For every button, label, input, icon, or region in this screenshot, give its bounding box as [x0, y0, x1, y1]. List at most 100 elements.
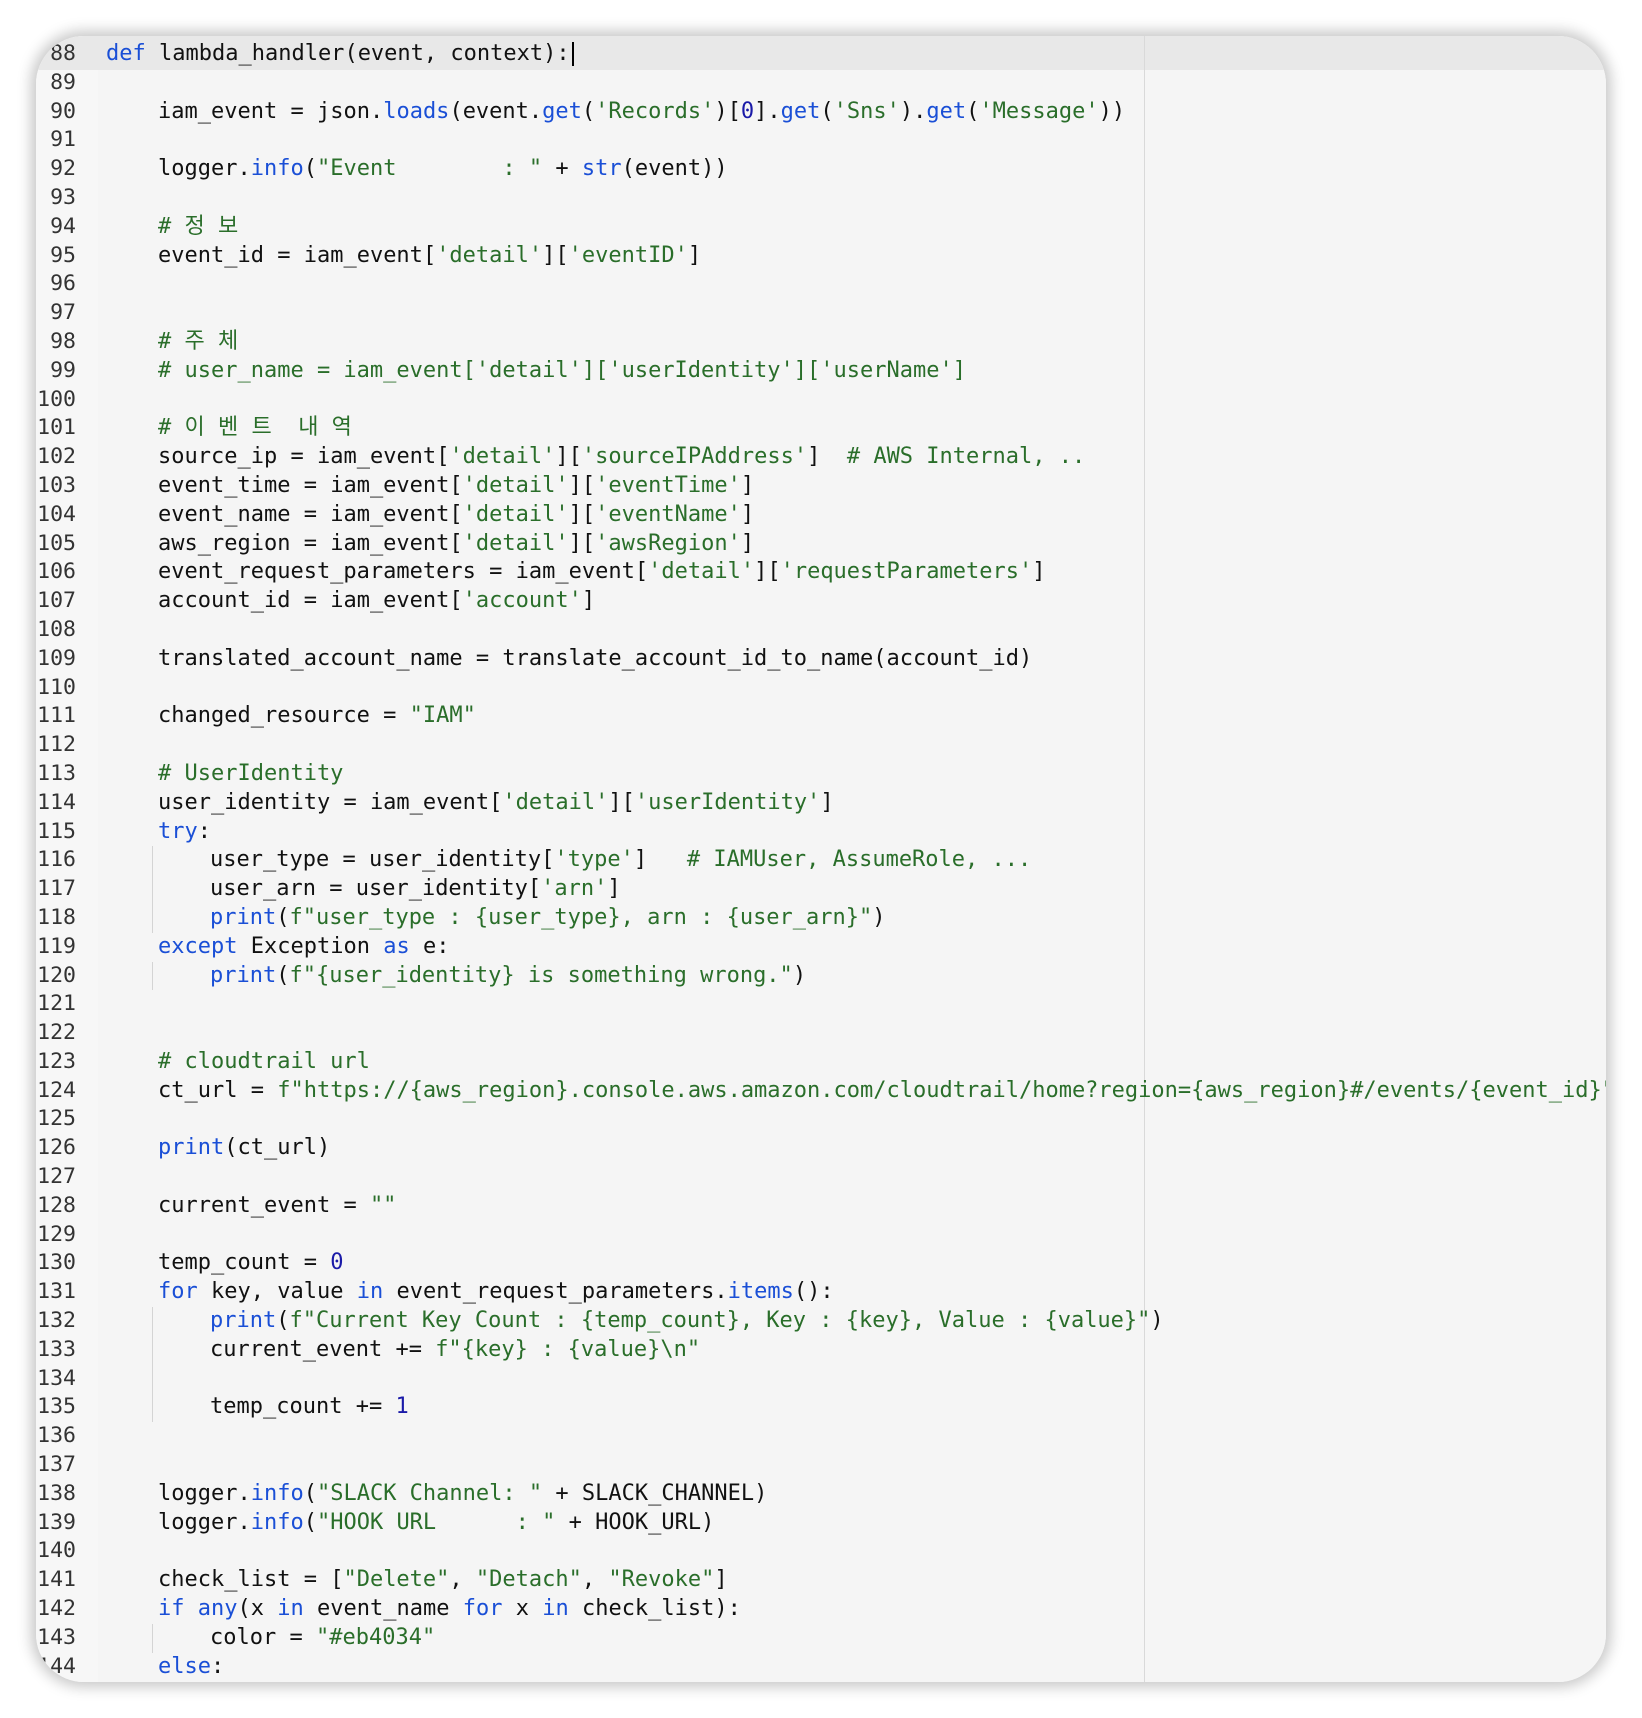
- code-line[interactable]: 95 event_id = iam_event['detail']['eventI…: [36, 242, 1606, 271]
- code-line[interactable]: 139 logger.info("HOOK URL : " + HOOK_URL): [36, 1509, 1606, 1538]
- line-code[interactable]: print(ct_url): [158, 1134, 330, 1163]
- line-code[interactable]: def lambda_handler(event, context):: [106, 40, 574, 69]
- code-line[interactable]: 124 ct_url = f"https://{aws_region}.conso…: [36, 1077, 1606, 1106]
- line-code[interactable]: print(f"Current Key Count : {temp_count}…: [210, 1307, 1164, 1336]
- line-code[interactable]: changed_resource = "IAM": [158, 702, 476, 731]
- line-code[interactable]: account_id = iam_event['account']: [158, 587, 595, 616]
- code-line[interactable]: 110: [36, 674, 1606, 703]
- line-code[interactable]: if any(x in event_name for x in check_li…: [158, 1595, 741, 1624]
- code-line[interactable]: 107 account_id = iam_event['account']: [36, 587, 1606, 616]
- indent-guide: [152, 846, 153, 876]
- code-line[interactable]: 108: [36, 616, 1606, 645]
- line-code[interactable]: iam_event = json.loads(event.get('Record…: [158, 98, 1125, 127]
- line-number: 97: [50, 300, 76, 326]
- code-line[interactable]: 116 user_type = user_identity['type'] # I…: [36, 846, 1606, 876]
- code-line[interactable]: 140: [36, 1537, 1606, 1566]
- code-line[interactable]: 104 event_name = iam_event['detail']['eve…: [36, 501, 1606, 530]
- code-line[interactable]: 90 iam_event = json.loads(event.get('Reco…: [36, 98, 1606, 127]
- code-line[interactable]: 120 print(f"{user_identity} is something …: [36, 961, 1606, 991]
- code-line[interactable]: 133 current_event += f"{key} : {value}\n": [36, 1335, 1606, 1365]
- line-code[interactable]: source_ip = iam_event['detail']['sourceI…: [158, 443, 1085, 472]
- code-line[interactable]: 141 check_list = ["Delete", "Detach", "Re…: [36, 1566, 1606, 1595]
- line-code[interactable]: event_request_parameters = iam_event['de…: [158, 558, 1046, 587]
- code-line[interactable]: 135 temp_count += 1: [36, 1393, 1606, 1423]
- code-line[interactable]: 122: [36, 1019, 1606, 1048]
- code-line[interactable]: 103 event_time = iam_event['detail']['eve…: [36, 472, 1606, 501]
- code-line[interactable]: 136: [36, 1422, 1606, 1451]
- line-code[interactable]: print(f"{user_identity} is something wro…: [210, 962, 806, 991]
- code-line[interactable]: 127: [36, 1163, 1606, 1192]
- code-line[interactable]: 105 aws_region = iam_event['detail']['aws…: [36, 530, 1606, 559]
- code-line[interactable]: 119 except Exception as e:: [36, 933, 1606, 962]
- code-line[interactable]: 126 print(ct_url): [36, 1134, 1606, 1163]
- code-line[interactable]: 115 try:: [36, 818, 1606, 847]
- code-line[interactable]: 123 # cloudtrail url: [36, 1048, 1606, 1077]
- code-line[interactable]: 144 else:: [36, 1653, 1606, 1682]
- code-line[interactable]: 117 user_arn = user_identity['arn']: [36, 875, 1606, 904]
- code-line[interactable]: 125: [36, 1105, 1606, 1134]
- code-line[interactable]: 98 # 주 체: [36, 328, 1606, 357]
- code-line[interactable]: 142 if any(x in event_name for x in check…: [36, 1595, 1606, 1624]
- code-line[interactable]: 113 # UserIdentity: [36, 760, 1606, 789]
- line-code[interactable]: logger.info("HOOK URL : " + HOOK_URL): [158, 1509, 714, 1538]
- code-line[interactable]: 118 print(f"user_type : {user_type}, arn …: [36, 903, 1606, 933]
- code-line[interactable]: 112: [36, 731, 1606, 760]
- code-line[interactable]: 101 # 이 벤 트 내 역: [36, 414, 1606, 443]
- line-code[interactable]: check_list = ["Delete", "Detach", "Revok…: [158, 1566, 728, 1595]
- code-line[interactable]: 100: [36, 386, 1606, 415]
- line-code[interactable]: event_time = iam_event['detail']['eventT…: [158, 472, 754, 501]
- code-lines[interactable]: 88 def lambda_handler(event, context): 89 9…: [36, 40, 1606, 1681]
- code-line[interactable]: 109 translated_account_name = translate_a…: [36, 645, 1606, 674]
- line-code[interactable]: logger.info("Event : " + str(event)): [158, 155, 728, 184]
- code-line[interactable]: 94 # 정 보: [36, 213, 1606, 242]
- line-code[interactable]: ct_url = f"https://{aws_region}.console.…: [158, 1077, 1606, 1106]
- code-line[interactable]: 97: [36, 299, 1606, 328]
- line-code[interactable]: try:: [158, 818, 211, 847]
- line-code[interactable]: # 정 보: [158, 213, 238, 242]
- code-line[interactable]: 106 event_request_parameters = iam_event[…: [36, 558, 1606, 587]
- code-line[interactable]: 96: [36, 270, 1606, 299]
- code-line[interactable]: 131 for key, value in event_request_param…: [36, 1278, 1606, 1307]
- line-code[interactable]: print(f"user_type : {user_type}, arn : {…: [210, 904, 886, 933]
- line-code[interactable]: current_event += f"{key} : {value}\n": [210, 1336, 700, 1365]
- code-line[interactable]: 134: [36, 1364, 1606, 1394]
- line-code[interactable]: else:: [158, 1653, 224, 1682]
- line-code[interactable]: color = "#eb4034": [210, 1624, 435, 1653]
- line-code[interactable]: except Exception as e:: [158, 933, 449, 962]
- line-code[interactable]: temp_count = 0: [158, 1249, 343, 1278]
- code-line[interactable]: 93: [36, 184, 1606, 213]
- code-line[interactable]: 132 print(f"Current Key Count : {temp_cou…: [36, 1307, 1606, 1336]
- line-code[interactable]: # 주 체: [158, 328, 238, 357]
- code-line[interactable]: 91: [36, 126, 1606, 155]
- line-code[interactable]: user_arn = user_identity['arn']: [210, 875, 621, 904]
- line-code[interactable]: for key, value in event_request_paramete…: [158, 1278, 834, 1307]
- line-code[interactable]: current_event = "": [158, 1192, 396, 1221]
- line-code[interactable]: translated_account_name = translate_acco…: [158, 645, 1032, 674]
- code-line[interactable]: 129: [36, 1221, 1606, 1250]
- code-line[interactable]: 121: [36, 990, 1606, 1019]
- code-line[interactable]: 92 logger.info("Event : " + str(event)): [36, 155, 1606, 184]
- code-line[interactable]: 99 # user_name = iam_event['detail']['use…: [36, 357, 1606, 386]
- code-line[interactable]: 102 source_ip = iam_event['detail']['sour…: [36, 443, 1606, 472]
- code-line[interactable]: 143 color = "#eb4034": [36, 1623, 1606, 1653]
- line-code[interactable]: aws_region = iam_event['detail']['awsReg…: [158, 530, 754, 559]
- line-code[interactable]: # UserIdentity: [158, 760, 343, 789]
- code-line[interactable]: 88 def lambda_handler(event, context):: [36, 40, 1606, 69]
- code-line[interactable]: 130 temp_count = 0: [36, 1249, 1606, 1278]
- line-code[interactable]: temp_count += 1: [210, 1393, 409, 1422]
- line-code[interactable]: # 이 벤 트 내 역: [158, 414, 352, 443]
- code-line[interactable]: 137: [36, 1451, 1606, 1480]
- line-number: 131: [37, 1279, 76, 1305]
- code-line[interactable]: 138 logger.info("SLACK Channel: " + SLACK…: [36, 1480, 1606, 1509]
- code-line[interactable]: 111 changed_resource = "IAM": [36, 702, 1606, 731]
- line-code[interactable]: event_name = iam_event['detail']['eventN…: [158, 501, 754, 530]
- line-code[interactable]: user_type = user_identity['type'] # IAMU…: [210, 846, 1031, 875]
- code-line[interactable]: 89: [36, 69, 1606, 98]
- line-code[interactable]: # user_name = iam_event['detail']['userI…: [158, 357, 966, 386]
- line-code[interactable]: logger.info("SLACK Channel: " + SLACK_CH…: [158, 1480, 767, 1509]
- line-code[interactable]: # cloudtrail url: [158, 1048, 370, 1077]
- code-line[interactable]: 114 user_identity = iam_event['detail']['…: [36, 789, 1606, 818]
- line-code[interactable]: event_id = iam_event['detail']['eventID'…: [158, 242, 701, 271]
- line-code[interactable]: user_identity = iam_event['detail']['use…: [158, 789, 834, 818]
- code-line[interactable]: 128 current_event = "": [36, 1192, 1606, 1221]
